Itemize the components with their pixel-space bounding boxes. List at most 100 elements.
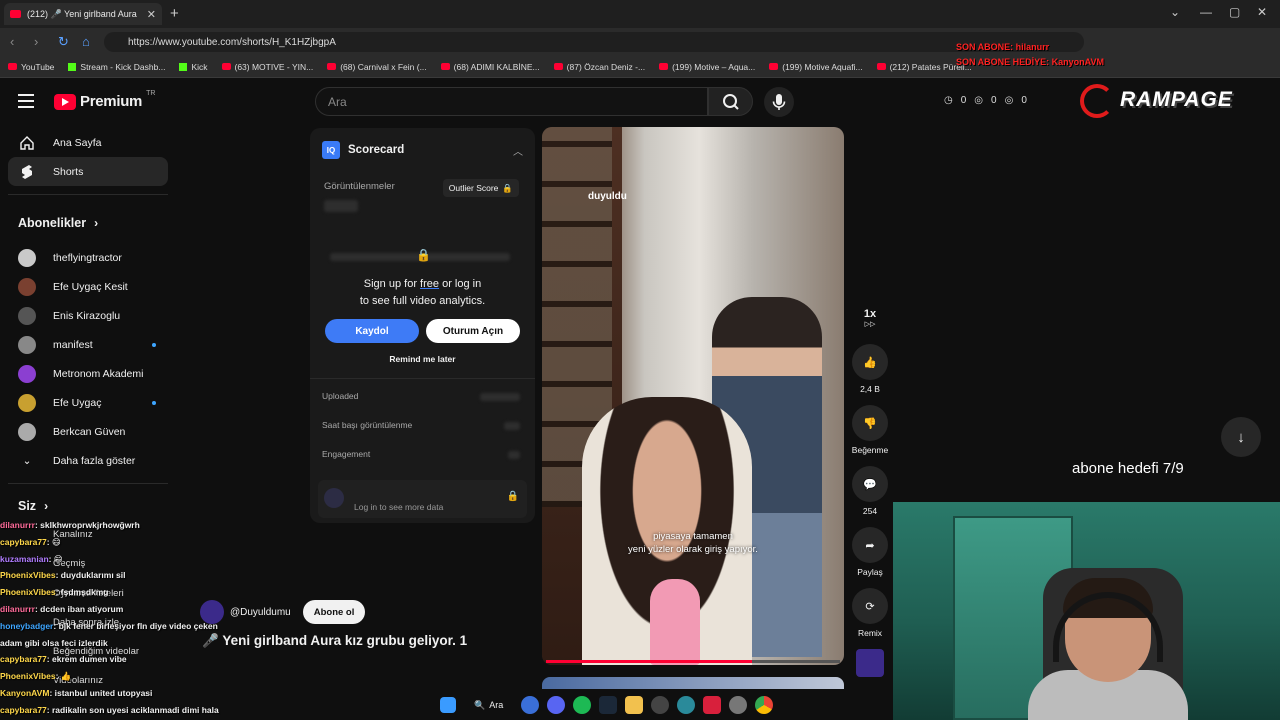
bookmark-item[interactable]: (68) Carnival x Fein (... [327, 62, 427, 72]
bookmark-item[interactable]: (68) ADIMI KALBİNE... [440, 62, 540, 72]
speed-button[interactable]: 1x ▷▷ [852, 300, 888, 336]
windows-start-icon[interactable] [440, 697, 456, 713]
subscriptions-heading[interactable]: Abonelikler › [8, 203, 168, 243]
remix-button[interactable]: ⟳ [852, 588, 888, 624]
next-short-preview[interactable] [542, 677, 844, 689]
chat-message: capybara77: 😄 [0, 534, 330, 551]
region-code: TR [146, 90, 156, 97]
channel-avatar [18, 422, 36, 441]
views-label: Görüntülenmeler [324, 181, 395, 192]
search-button[interactable] [708, 87, 753, 116]
sidebar-item-channel[interactable]: theflyingtractor [8, 243, 168, 272]
video-progress-bar[interactable] [546, 660, 840, 663]
tab-search-icon[interactable]: ⌄ [1170, 5, 1180, 19]
blurred-value [324, 200, 358, 212]
steam-icon[interactable] [599, 696, 618, 714]
collapse-chevron-icon[interactable]: ︿ [513, 143, 523, 158]
channel-avatar [18, 335, 36, 354]
file-explorer-icon[interactable] [625, 696, 644, 714]
forward-icon[interactable]: › [34, 34, 38, 49]
last-subscriber-banner: SON ABONE: hilanurr SON ABONE HEDİYE: Ka… [956, 40, 1104, 70]
chat-text: : 😄 [46, 536, 61, 547]
taskbar-search[interactable]: 🔍 Ara [464, 700, 513, 711]
like-button[interactable]: 👍 [852, 344, 888, 380]
sidebar-item-channel[interactable]: manifest [8, 330, 168, 359]
outlier-score-badge[interactable]: Outlier Score 🔒 [442, 179, 519, 197]
address-bar[interactable]: https://www.youtube.com/shorts/H_K1HZjbg… [104, 32, 1084, 52]
rampage-ring-icon [1080, 84, 1114, 118]
bookmark-label: (87) Özcan Deniz -... [566, 61, 646, 72]
sound-thumbnail[interactable] [856, 649, 884, 677]
browser-tab[interactable]: (212) 🎤 Yeni girlband Aura ✕ [4, 3, 162, 25]
metric-label: Saat başı görüntülenme [322, 420, 413, 430]
chat-text: : ekrem dumen vibe [46, 654, 127, 665]
eye-icon: ◎ [1004, 95, 1014, 106]
blurred-value [480, 393, 520, 401]
next-video-button[interactable]: ↓ [1221, 417, 1261, 457]
spotify-icon[interactable] [573, 696, 592, 714]
avatar-placeholder [324, 488, 344, 508]
new-tab-button[interactable]: + [170, 5, 179, 22]
reload-icon[interactable]: ↻ [58, 34, 69, 50]
home-icon[interactable]: ⌂ [82, 34, 90, 49]
youtube-premium-logo[interactable]: Premium TR [54, 90, 156, 110]
signup-button[interactable]: Kaydol [325, 319, 419, 343]
chat-username: capybara77 [0, 704, 47, 715]
chat-message: honeybadger: bjk fener birleşiyor fln di… [0, 618, 330, 635]
bookmark-item[interactable]: (63) MOTIVE - YIN... [221, 62, 313, 72]
sidebar-item-channel[interactable]: Enis Kirazoglu [8, 301, 168, 330]
bookmark-item[interactable]: (199) Motive – Aqua... [659, 62, 755, 72]
back-icon[interactable]: ‹ [10, 34, 14, 49]
window-close-icon[interactable]: ✕ [1257, 5, 1267, 19]
dislike-button[interactable]: 👎 [852, 405, 888, 441]
bookmark-item[interactable]: (87) Özcan Deniz -... [553, 61, 646, 72]
logo-text: Premium [80, 93, 143, 110]
discord-icon[interactable] [547, 696, 566, 714]
comments-button[interactable]: 💬 [852, 466, 888, 502]
chrome-icon[interactable] [755, 696, 774, 714]
sidebar-item-shorts[interactable]: Shorts [8, 157, 168, 186]
settings-icon[interactable] [729, 696, 748, 714]
app-icon[interactable] [703, 696, 722, 714]
search-input[interactable]: Ara [315, 87, 708, 116]
obs-icon[interactable] [651, 696, 670, 714]
sidebar-item-home[interactable]: Ana Sayfa [8, 128, 168, 157]
chat-message: PhoenixVibes: 👍 [0, 668, 330, 685]
remix-label: Remix [857, 628, 883, 638]
sidebar-item-channel[interactable]: Efe Uygaç [8, 388, 168, 417]
login-more-text: Log in to see more data [354, 502, 444, 512]
app-icon[interactable] [677, 696, 696, 714]
voice-search-button[interactable] [764, 87, 794, 117]
you-heading[interactable]: Siz › [8, 492, 168, 520]
bookmark-item[interactable]: (199) Motive Aquafi... [769, 61, 863, 72]
bookmark-item[interactable]: Stream - Kick Dashb... [68, 62, 165, 72]
kick-icon [68, 62, 77, 71]
free-link[interactable]: free [420, 278, 439, 290]
stream-chat-overlay: dilanurrr: sklkhwroprwkjrhowğwrh capybar… [0, 517, 330, 719]
remind-later-link[interactable]: Remind me later [310, 354, 535, 364]
sidebar-item-channel[interactable]: Berkcan Güven [8, 417, 168, 446]
bookmark-label: (199) Motive Aquafi... [782, 61, 863, 72]
shorts-video-player[interactable]: duyuldu piyasaya tamamen yeni yüzler ola… [542, 127, 844, 665]
speed-label: 1x [863, 308, 877, 320]
tab-close-icon[interactable]: ✕ [147, 8, 156, 21]
maximize-icon[interactable]: ▢ [1229, 5, 1240, 19]
iq-logo-icon: IQ [322, 141, 340, 159]
bookmark-item[interactable]: Kick [179, 62, 208, 72]
chat-username: PhoenixVibes [0, 570, 56, 581]
bookmark-label: (199) Motive – Aqua... [672, 61, 756, 72]
login-button[interactable]: Oturum Açın [426, 319, 520, 343]
login-more-row[interactable]: 🔒 [318, 480, 527, 518]
channel-name: Efe Uygaç [53, 396, 102, 409]
share-button[interactable]: ➦ [852, 527, 888, 563]
bookmark-item[interactable]: YouTube [8, 62, 54, 72]
url-text: https://www.youtube.com/shorts/H_K1HZjbg… [128, 36, 336, 48]
rampage-logo-text: RAMPAGE [1120, 88, 1233, 111]
sidebar-item-channel[interactable]: Efe Uygaç Kesit [8, 272, 168, 301]
sidebar-item-channel[interactable]: Metronom Akademi [8, 359, 168, 388]
minimize-icon[interactable]: — [1200, 5, 1212, 19]
scorecard-header[interactable]: IQ Scorecard [322, 141, 404, 159]
show-more-button[interactable]: ⌄ Daha fazla göster [8, 446, 168, 475]
menu-icon[interactable] [18, 94, 34, 108]
app-icon[interactable] [521, 696, 540, 714]
